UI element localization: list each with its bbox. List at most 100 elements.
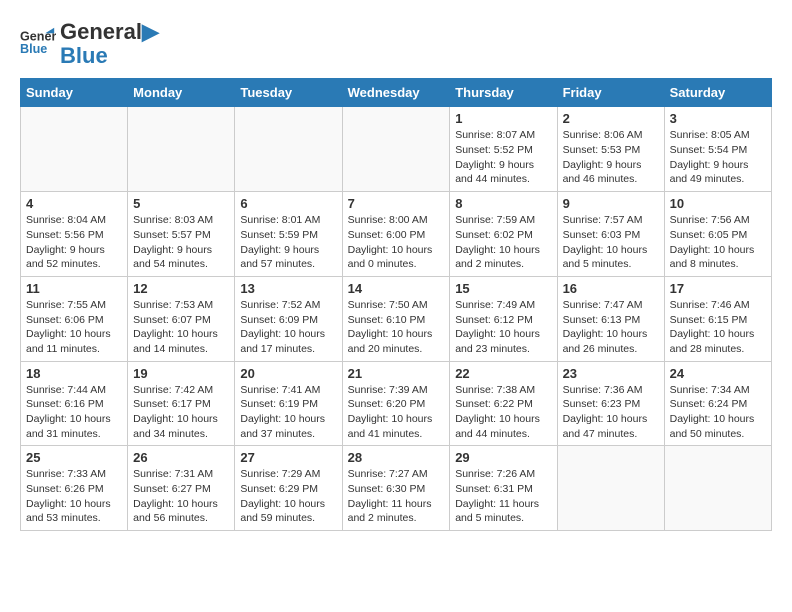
day-info: Sunrise: 7:46 AMSunset: 6:15 PMDaylight:… <box>670 298 766 357</box>
calendar-cell: 5 Sunrise: 8:03 AMSunset: 5:57 PMDaylight… <box>128 192 235 277</box>
weekday-header-monday: Monday <box>128 79 235 107</box>
calendar-week-5: 25 Sunrise: 7:33 AMSunset: 6:26 PMDayligh… <box>21 446 772 531</box>
day-number: 20 <box>240 366 336 381</box>
day-info: Sunrise: 7:53 AMSunset: 6:07 PMDaylight:… <box>133 298 229 357</box>
day-info: Sunrise: 7:34 AMSunset: 6:24 PMDaylight:… <box>670 383 766 442</box>
calendar-cell: 6Sunrise: 8:01 AMSunset: 5:59 PMDaylight… <box>235 192 342 277</box>
calendar-cell: 14 Sunrise: 7:50 AMSunset: 6:10 PMDayligh… <box>342 276 450 361</box>
calendar-cell: 21 Sunrise: 7:39 AMSunset: 6:20 PMDayligh… <box>342 361 450 446</box>
weekday-header-tuesday: Tuesday <box>235 79 342 107</box>
calendar-cell: 15Sunrise: 7:49 AMSunset: 6:12 PMDayligh… <box>450 276 557 361</box>
day-info: Sunrise: 8:05 AMSunset: 5:54 PMDaylight:… <box>670 128 766 187</box>
day-info: Sunrise: 8:01 AMSunset: 5:59 PMDaylight:… <box>240 213 336 272</box>
calendar-cell: 25 Sunrise: 7:33 AMSunset: 6:26 PMDayligh… <box>21 446 128 531</box>
day-number: 16 <box>563 281 659 296</box>
calendar-cell <box>557 446 664 531</box>
logo-icon: General Blue <box>20 26 56 62</box>
day-info: Sunrise: 7:56 AMSunset: 6:05 PMDaylight:… <box>670 213 766 272</box>
calendar-week-3: 11Sunrise: 7:55 AMSunset: 6:06 PMDayligh… <box>21 276 772 361</box>
calendar-cell: 13 Sunrise: 7:52 AMSunset: 6:09 PMDayligh… <box>235 276 342 361</box>
day-info: Sunrise: 8:03 AMSunset: 5:57 PMDaylight:… <box>133 213 229 272</box>
calendar-cell: 3 Sunrise: 8:05 AMSunset: 5:54 PMDaylight… <box>664 107 771 192</box>
day-number: 21 <box>348 366 445 381</box>
calendar-cell: 20 Sunrise: 7:41 AMSunset: 6:19 PMDayligh… <box>235 361 342 446</box>
svg-text:Blue: Blue <box>20 42 47 56</box>
day-info: Sunrise: 7:47 AMSunset: 6:13 PMDaylight:… <box>563 298 659 357</box>
weekday-header-wednesday: Wednesday <box>342 79 450 107</box>
weekday-header-friday: Friday <box>557 79 664 107</box>
day-info: Sunrise: 8:00 AMSunset: 6:00 PMDaylight:… <box>348 213 445 272</box>
day-number: 12 <box>133 281 229 296</box>
day-number: 3 <box>670 111 766 126</box>
page-header: General Blue General▶ Blue <box>20 20 772 68</box>
day-number: 29 <box>455 450 551 465</box>
calendar-cell <box>235 107 342 192</box>
calendar-cell <box>128 107 235 192</box>
day-number: 27 <box>240 450 336 465</box>
day-info: Sunrise: 7:31 AMSunset: 6:27 PMDaylight:… <box>133 467 229 526</box>
day-info: Sunrise: 7:42 AMSunset: 6:17 PMDaylight:… <box>133 383 229 442</box>
calendar-cell <box>342 107 450 192</box>
calendar-cell: 10 Sunrise: 7:56 AMSunset: 6:05 PMDayligh… <box>664 192 771 277</box>
day-number: 9 <box>563 196 659 211</box>
day-number: 2 <box>563 111 659 126</box>
calendar-table: SundayMondayTuesdayWednesdayThursdayFrid… <box>20 78 772 531</box>
day-info: Sunrise: 7:36 AMSunset: 6:23 PMDaylight:… <box>563 383 659 442</box>
weekday-header-saturday: Saturday <box>664 79 771 107</box>
calendar-week-4: 18 Sunrise: 7:44 AMSunset: 6:16 PMDayligh… <box>21 361 772 446</box>
calendar-cell: 4 Sunrise: 8:04 AMSunset: 5:56 PMDaylight… <box>21 192 128 277</box>
calendar-cell: 24 Sunrise: 7:34 AMSunset: 6:24 PMDayligh… <box>664 361 771 446</box>
day-info: Sunrise: 8:06 AMSunset: 5:53 PMDaylight:… <box>563 128 659 187</box>
calendar-cell <box>664 446 771 531</box>
day-info: Sunrise: 7:57 AMSunset: 6:03 PMDaylight:… <box>563 213 659 272</box>
day-number: 17 <box>670 281 766 296</box>
day-info: Sunrise: 8:07 AMSunset: 5:52 PMDaylight:… <box>455 128 551 187</box>
calendar-cell <box>21 107 128 192</box>
calendar-cell: 22Sunrise: 7:38 AMSunset: 6:22 PMDayligh… <box>450 361 557 446</box>
calendar-cell: 18 Sunrise: 7:44 AMSunset: 6:16 PMDayligh… <box>21 361 128 446</box>
day-info: Sunrise: 7:52 AMSunset: 6:09 PMDaylight:… <box>240 298 336 357</box>
day-number: 19 <box>133 366 229 381</box>
calendar-cell: 26 Sunrise: 7:31 AMSunset: 6:27 PMDayligh… <box>128 446 235 531</box>
day-info: Sunrise: 7:50 AMSunset: 6:10 PMDaylight:… <box>348 298 445 357</box>
day-number: 8 <box>455 196 551 211</box>
logo: General Blue General▶ Blue <box>20 20 159 68</box>
day-number: 25 <box>26 450 122 465</box>
calendar-cell: 27 Sunrise: 7:29 AMSunset: 6:29 PMDayligh… <box>235 446 342 531</box>
day-info: Sunrise: 7:41 AMSunset: 6:19 PMDaylight:… <box>240 383 336 442</box>
logo-text: General▶ Blue <box>60 20 159 68</box>
calendar-cell: 11Sunrise: 7:55 AMSunset: 6:06 PMDayligh… <box>21 276 128 361</box>
day-info: Sunrise: 7:44 AMSunset: 6:16 PMDaylight:… <box>26 383 122 442</box>
day-number: 7 <box>348 196 445 211</box>
day-info: Sunrise: 7:29 AMSunset: 6:29 PMDaylight:… <box>240 467 336 526</box>
day-number: 1 <box>455 111 551 126</box>
day-number: 24 <box>670 366 766 381</box>
weekday-header-row: SundayMondayTuesdayWednesdayThursdayFrid… <box>21 79 772 107</box>
day-number: 13 <box>240 281 336 296</box>
calendar-cell: 19 Sunrise: 7:42 AMSunset: 6:17 PMDayligh… <box>128 361 235 446</box>
day-number: 4 <box>26 196 122 211</box>
day-info: Sunrise: 7:33 AMSunset: 6:26 PMDaylight:… <box>26 467 122 526</box>
day-info: Sunrise: 7:49 AMSunset: 6:12 PMDaylight:… <box>455 298 551 357</box>
day-number: 10 <box>670 196 766 211</box>
calendar-cell: 9 Sunrise: 7:57 AMSunset: 6:03 PMDaylight… <box>557 192 664 277</box>
day-info: Sunrise: 7:39 AMSunset: 6:20 PMDaylight:… <box>348 383 445 442</box>
calendar-week-1: 1 Sunrise: 8:07 AMSunset: 5:52 PMDaylight… <box>21 107 772 192</box>
calendar-cell: 7 Sunrise: 8:00 AMSunset: 6:00 PMDaylight… <box>342 192 450 277</box>
day-number: 11 <box>26 281 122 296</box>
calendar-cell: 29 Sunrise: 7:26 AMSunset: 6:31 PMDayligh… <box>450 446 557 531</box>
day-number: 5 <box>133 196 229 211</box>
day-number: 28 <box>348 450 445 465</box>
day-info: Sunrise: 7:26 AMSunset: 6:31 PMDaylight:… <box>455 467 551 526</box>
calendar-cell: 28Sunrise: 7:27 AMSunset: 6:30 PMDayligh… <box>342 446 450 531</box>
calendar-week-2: 4 Sunrise: 8:04 AMSunset: 5:56 PMDaylight… <box>21 192 772 277</box>
calendar-cell: 16 Sunrise: 7:47 AMSunset: 6:13 PMDayligh… <box>557 276 664 361</box>
weekday-header-thursday: Thursday <box>450 79 557 107</box>
day-number: 14 <box>348 281 445 296</box>
calendar-cell: 1 Sunrise: 8:07 AMSunset: 5:52 PMDaylight… <box>450 107 557 192</box>
day-info: Sunrise: 8:04 AMSunset: 5:56 PMDaylight:… <box>26 213 122 272</box>
day-number: 18 <box>26 366 122 381</box>
calendar-cell: 12 Sunrise: 7:53 AMSunset: 6:07 PMDayligh… <box>128 276 235 361</box>
day-info: Sunrise: 7:59 AMSunset: 6:02 PMDaylight:… <box>455 213 551 272</box>
day-number: 26 <box>133 450 229 465</box>
